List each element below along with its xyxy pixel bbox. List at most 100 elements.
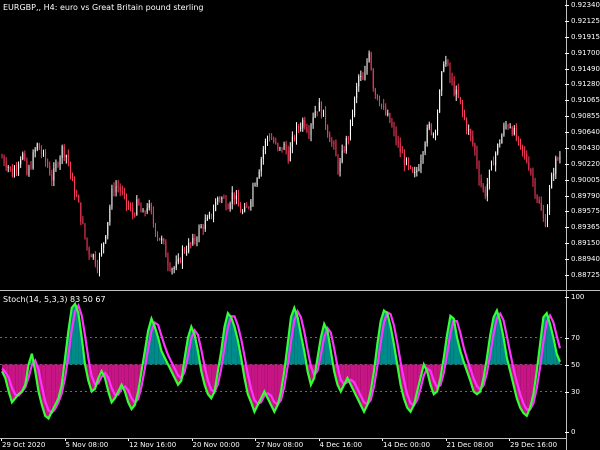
bull-candle [405, 159, 407, 165]
price-tick-label: 0.89365 [571, 223, 600, 232]
time-tick-label: 5 Nov 08:00 [65, 441, 109, 449]
bear-candle [470, 129, 472, 136]
bear-candle [96, 264, 98, 271]
bear-candle [526, 153, 528, 163]
bear-candle [493, 161, 495, 166]
bear-candle [534, 180, 536, 196]
bear-candle [121, 191, 123, 193]
bull-candle [215, 201, 217, 211]
bull-candle [546, 208, 548, 227]
bear-candle [134, 214, 136, 216]
time-tick-label: 12 Nov 16:00 [129, 441, 177, 449]
bear-candle [275, 142, 277, 144]
bear-candle [271, 138, 273, 140]
bull-candle [231, 192, 233, 204]
bull-candle [414, 172, 416, 174]
bull-candle [34, 149, 36, 153]
bull-candle [142, 211, 144, 213]
bear-candle [277, 143, 279, 149]
bear-candle [293, 136, 295, 139]
bear-candle [150, 203, 152, 213]
bull-candle [364, 72, 366, 80]
bear-candle [331, 141, 333, 143]
bull-candle [206, 217, 208, 221]
bull-candle [161, 238, 163, 241]
bear-candle [306, 127, 308, 132]
bull-candle [229, 203, 231, 209]
fill-below [18, 364, 22, 395]
bull-candle [242, 211, 244, 213]
bull-candle [235, 195, 237, 200]
bull-candle [312, 117, 314, 125]
price-tick [565, 275, 569, 276]
bear-candle [144, 211, 146, 213]
time-tick-label: 20 Nov 00:00 [192, 441, 240, 449]
bear-candle [227, 207, 229, 209]
bull-candle [217, 197, 219, 202]
bull-candle [103, 242, 105, 248]
bull-candle [468, 129, 470, 131]
bull-candle [107, 222, 109, 236]
bull-candle [188, 242, 190, 252]
bear-candle [320, 102, 322, 117]
bull-candle [445, 60, 447, 65]
bear-candle [167, 257, 169, 266]
bear-candle [376, 94, 378, 100]
price-tick-label: 0.92340 [571, 1, 600, 9]
bear-candle [511, 127, 513, 135]
bear-candle [372, 69, 374, 89]
bear-candle [515, 127, 517, 140]
bear-candle [459, 97, 461, 103]
price-tick [565, 20, 569, 22]
bear-candle [461, 102, 463, 112]
indicator-tick [565, 337, 569, 339]
bear-candle [484, 189, 486, 197]
bear-candle [74, 180, 76, 196]
fill-below [407, 364, 411, 412]
bull-candle [360, 76, 362, 78]
bull-candle [422, 152, 424, 160]
bear-candle [157, 233, 159, 238]
bull-candle [314, 111, 316, 118]
bear-candle [240, 206, 242, 213]
bull-candle [318, 102, 320, 112]
time-tick-label: 29 Oct 2020 [2, 441, 46, 449]
fill-below [111, 364, 115, 403]
bull-candle [115, 186, 117, 193]
bear-candle [557, 158, 559, 160]
bull-candle [432, 134, 434, 136]
price-chart[interactable] [0, 0, 565, 289]
bear-candle [154, 224, 156, 234]
bull-candle [213, 210, 215, 217]
bear-candle [169, 265, 171, 270]
indicator-tick-label: 70 [571, 333, 580, 342]
bull-candle [358, 76, 360, 87]
indicator-tick-label: 100 [571, 293, 585, 301]
bear-candle [304, 119, 306, 128]
bull-candle [289, 147, 291, 161]
bull-candle [352, 114, 354, 120]
bear-candle [138, 199, 140, 205]
bear-candle [159, 237, 161, 241]
price-tick-label: 0.91490 [571, 64, 600, 73]
bear-candle [536, 195, 538, 200]
bull-candle [339, 161, 341, 172]
stochastic-chart[interactable] [0, 292, 565, 438]
bull-candle [488, 169, 490, 185]
bear-candle [542, 210, 544, 218]
bear-candle [507, 125, 509, 128]
bear-candle [163, 238, 165, 242]
bull-candle [254, 184, 256, 187]
bear-candle [453, 80, 455, 95]
bear-candle [362, 76, 364, 80]
bear-candle [165, 241, 167, 258]
indicator-tick-label: 30 [571, 387, 580, 396]
pane-separator[interactable] [0, 290, 600, 291]
bull-candle [20, 159, 22, 165]
bull-candle [173, 267, 175, 270]
bull-candle [279, 147, 281, 149]
bear-candle [281, 147, 283, 150]
bear-candle [285, 143, 287, 151]
bear-candle [190, 242, 192, 244]
price-tick [565, 68, 569, 70]
